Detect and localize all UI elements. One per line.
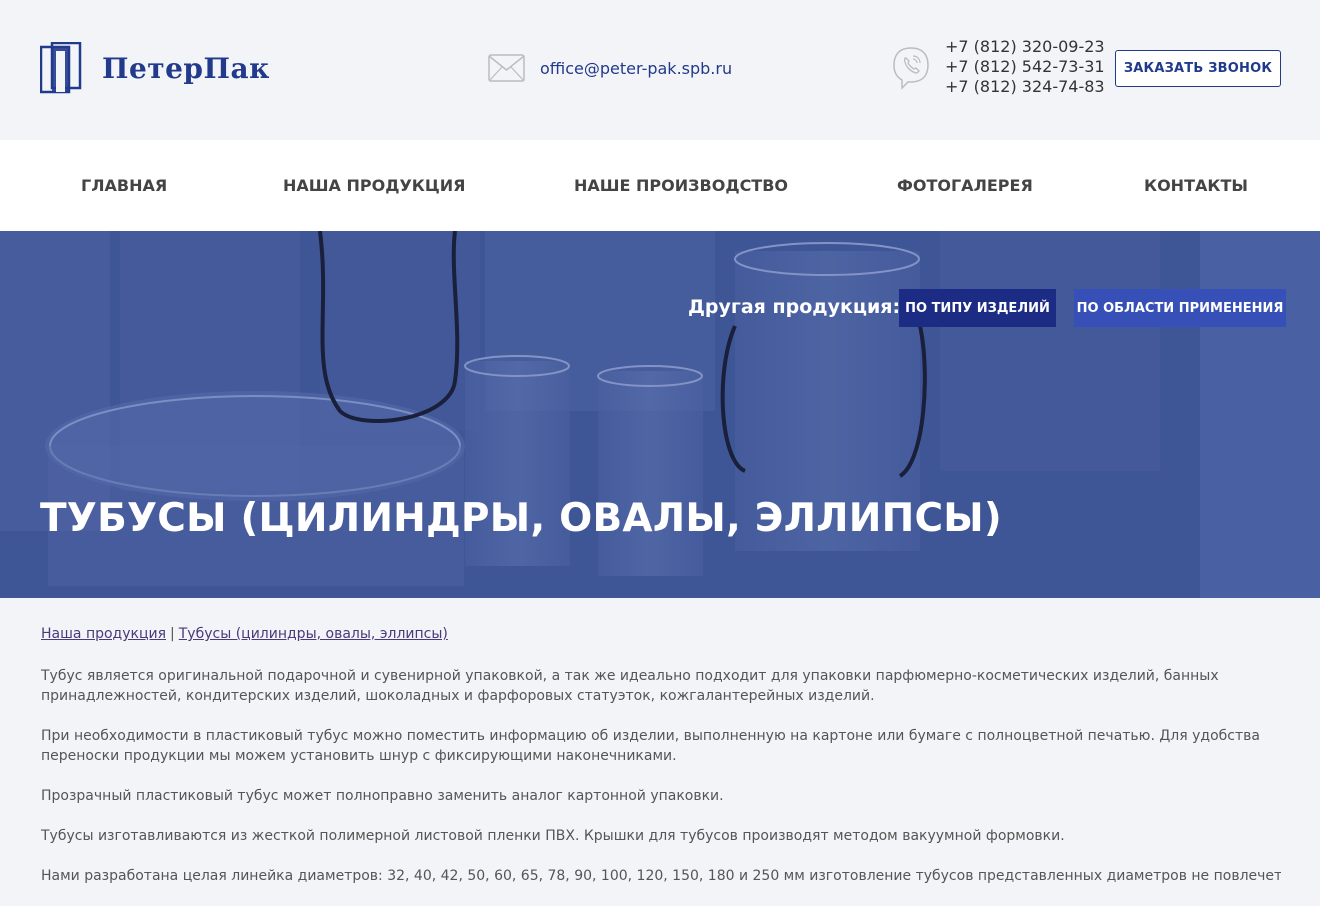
other-products-label: Другая продукция: — [688, 296, 901, 318]
nav-item-production[interactable]: НАШЕ ПРОИЗВОДСТВО — [574, 140, 788, 231]
nav-item-products[interactable]: НАША ПРОДУКЦИЯ — [283, 140, 465, 231]
breadcrumb: Наша продукция | Тубусы (цилиндры, овалы, … — [41, 624, 1281, 644]
site-header: ПетерПак office@peter-pak.spb.ru +7 (812… — [0, 0, 1320, 140]
email-block: office@peter-pak.spb.ru — [488, 54, 732, 82]
breadcrumb-link-tubes[interactable]: Тубусы (цилиндры, овалы, эллипсы) — [179, 626, 448, 642]
paragraph: Прозрачный пластиковый тубус может полно… — [41, 788, 724, 804]
page-title: ТУБУСЫ (ЦИЛИНДРЫ, ОВАЛЫ, ЭЛЛИПСЫ) — [40, 496, 1002, 541]
logo-mark-icon — [40, 42, 82, 94]
nav-item-contacts[interactable]: КОНТАКТЫ — [1144, 140, 1248, 231]
breadcrumb-separator: | — [170, 626, 175, 642]
main-content: Наша продукция | Тубусы (цилиндры, овалы, … — [41, 624, 1281, 906]
order-call-button[interactable]: ЗАКАЗАТЬ ЗВОНОК — [1115, 50, 1281, 87]
main-nav: ГЛАВНАЯ НАША ПРОДУКЦИЯ НАШЕ ПРОИЗВОДСТВО… — [0, 140, 1320, 231]
paragraph: При необходимости в пластиковый тубус мо… — [41, 728, 1260, 764]
nav-item-home[interactable]: ГЛАВНАЯ — [81, 140, 167, 231]
paragraph: Нами разработана целая линейка диаметров… — [41, 868, 1281, 884]
phone-number[interactable]: +7 (812) 542-73-31 — [945, 57, 1105, 77]
breadcrumb-link-products[interactable]: Наша продукция — [41, 626, 166, 642]
phone-number[interactable]: +7 (812) 324-74-83 — [945, 77, 1105, 97]
phone-list: +7 (812) 320-09-23 +7 (812) 542-73-31 +7… — [945, 37, 1105, 97]
nav-item-gallery[interactable]: ФОТОГАЛЕРЕЯ — [897, 140, 1033, 231]
envelope-icon — [488, 54, 525, 82]
hero-banner: Другая продукция: ПО ТИПУ ИЗДЕЛИЙ ПО ОБЛ… — [0, 231, 1320, 598]
phone-number[interactable]: +7 (812) 320-09-23 — [945, 37, 1105, 57]
paragraph: Тубус является оригинальной подарочной и… — [41, 668, 1219, 704]
hero-background-image — [0, 231, 1320, 598]
logo-text: ПетерПак — [102, 51, 270, 85]
by-area-button[interactable]: ПО ОБЛАСТИ ПРИМЕНЕНИЯ — [1074, 289, 1286, 327]
logo[interactable]: ПетерПак — [40, 42, 270, 94]
paragraph: Тубусы изготавливаются из жесткой полиме… — [41, 828, 1065, 844]
email-link[interactable]: office@peter-pak.spb.ru — [540, 59, 732, 78]
viber-phone-icon — [893, 47, 929, 90]
by-type-button[interactable]: ПО ТИПУ ИЗДЕЛИЙ — [899, 289, 1056, 327]
